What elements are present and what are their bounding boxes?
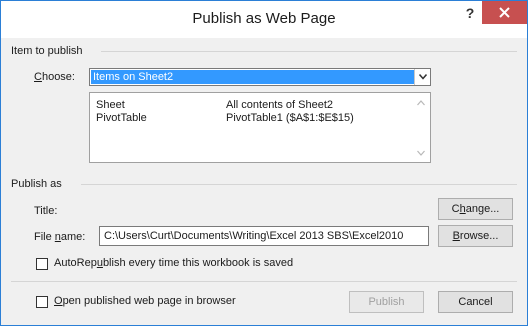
scroll-down-icon[interactable] (416, 147, 426, 157)
autorepublish-checkbox[interactable] (36, 258, 48, 270)
close-button[interactable] (482, 1, 527, 24)
choose-dropdown-value: Items on Sheet2 (91, 70, 414, 84)
close-icon (499, 7, 510, 18)
publish-as-label: Publish as (11, 178, 62, 190)
choose-dropdown[interactable]: Items on Sheet2 (89, 68, 431, 86)
open-in-browser-label: Open published web page in browser (54, 295, 236, 307)
open-in-browser-checkbox[interactable] (36, 296, 48, 308)
file-name-field[interactable]: C:\Users\Curt\Documents\Writing\Excel 20… (99, 226, 429, 246)
item-to-publish-label: Item to publish (11, 45, 83, 57)
help-button[interactable]: ? (463, 5, 477, 23)
publish-as-web-page-dialog: Publish as Web Page ? Item to publish Ch… (0, 0, 528, 326)
chevron-down-icon[interactable] (414, 69, 430, 85)
dialog-body: Item to publish Choose: Items on Sheet2 … (1, 38, 527, 325)
cancel-button[interactable]: Cancel (438, 291, 513, 313)
dialog-title: Publish as Web Page (192, 10, 336, 27)
browse-button[interactable]: Browse... (438, 225, 513, 247)
items-listbox[interactable]: Sheet All contents of Sheet2 PivotTable … (89, 92, 431, 163)
divider (81, 184, 517, 185)
title-bar[interactable]: Publish as Web Page ? (1, 1, 527, 38)
publish-button[interactable]: Publish (349, 291, 424, 313)
file-name-label: File name: (34, 231, 86, 243)
choose-label: Choose: (34, 71, 75, 83)
divider (11, 281, 517, 282)
title-label: Title: (34, 205, 58, 217)
autorepublish-label: AutoRepublish every time this workbook i… (54, 257, 294, 269)
divider (101, 51, 517, 52)
scroll-up-icon[interactable] (416, 97, 426, 107)
change-title-button[interactable]: Change... (438, 198, 513, 220)
